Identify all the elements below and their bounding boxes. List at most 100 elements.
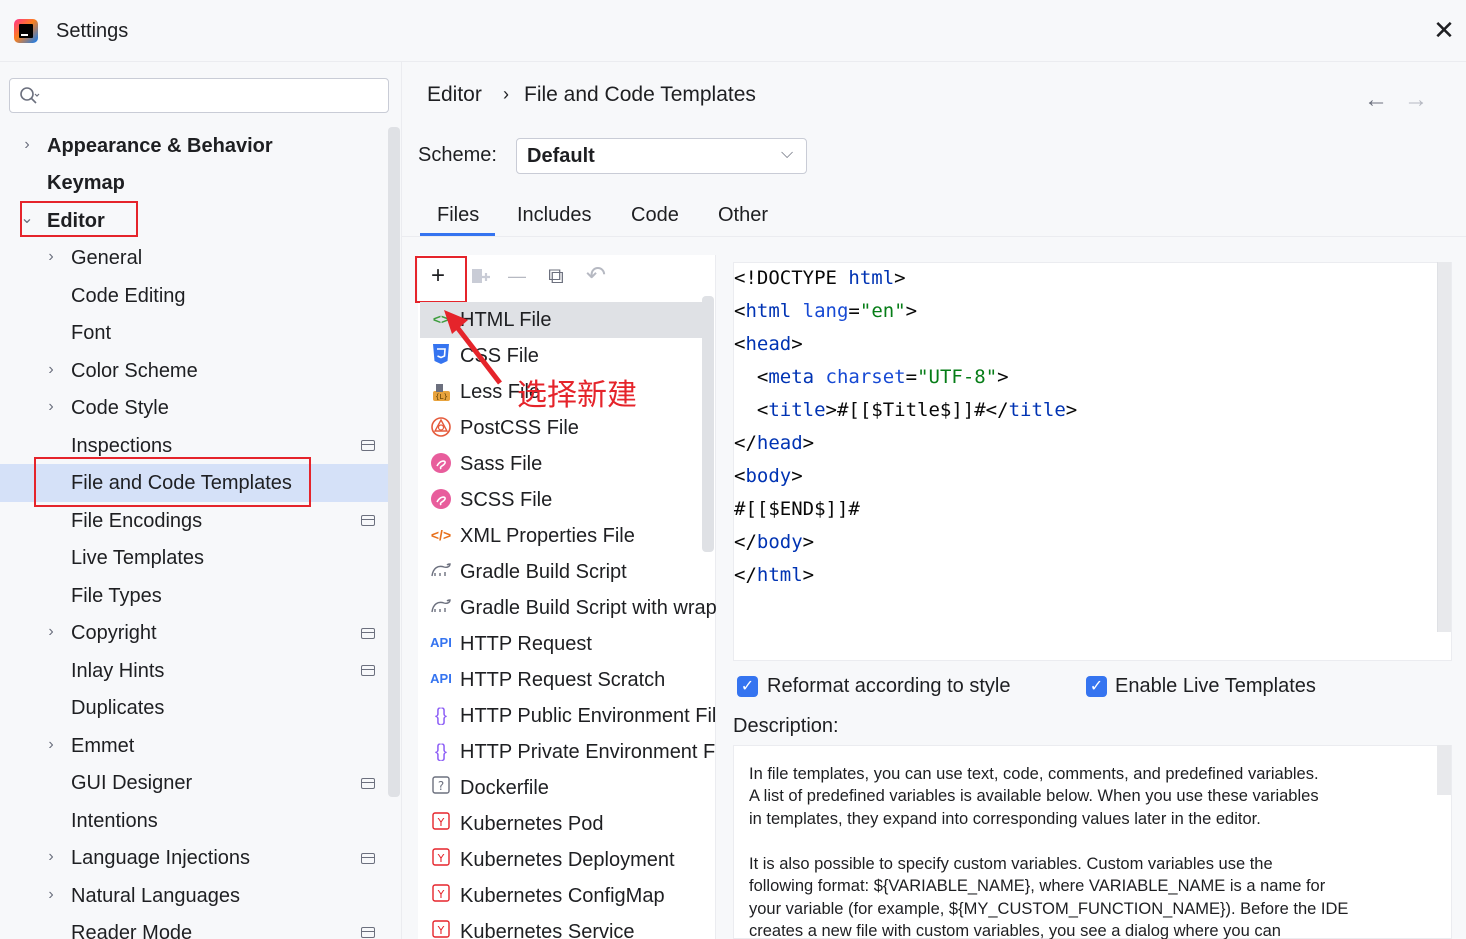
- description-line: It is also possible to specify custom va…: [749, 855, 1273, 873]
- search-input[interactable]: [9, 78, 389, 113]
- list-item-label: Kubernetes Service: [460, 921, 635, 939]
- code-line: <meta charset="UTF-8">: [734, 366, 1009, 388]
- sidebar-item-general[interactable]: General: [71, 240, 142, 276]
- copy-icon[interactable]: ⧉: [542, 262, 570, 290]
- sidebar-item-duplicates[interactable]: Duplicates: [71, 690, 164, 726]
- annotation-text: 选择新建: [517, 379, 637, 412]
- editor-scrollbar[interactable]: [1437, 262, 1451, 632]
- list-item[interactable]: Y Kubernetes ConfigMap: [430, 878, 716, 914]
- sidebar-item-appearance-behavior[interactable]: Appearance & Behavior: [47, 128, 273, 164]
- chevron-right-icon: ›: [24, 136, 30, 153]
- gradle-icon: [430, 596, 452, 618]
- sidebar-item-live-templates[interactable]: Live Templates: [71, 540, 204, 576]
- list-item[interactable]: API HTTP Request: [430, 626, 716, 662]
- sidebar-item-code-editing[interactable]: Code Editing: [71, 278, 186, 314]
- code-line: </body>: [734, 531, 815, 553]
- code-line: <body>: [734, 465, 803, 487]
- list-item[interactable]: {} HTTP Public Environment File: [430, 698, 716, 734]
- reformat-label: Reformat according to style: [767, 675, 1011, 697]
- sidebar-item-natural-languages[interactable]: Natural Languages: [71, 878, 240, 914]
- list-item[interactable]: Gradle Build Script with wrapper: [430, 590, 716, 626]
- svg-text:Y: Y: [437, 852, 445, 865]
- kubernetes-icon: Y: [430, 920, 452, 939]
- list-item[interactable]: Sass File: [430, 446, 716, 482]
- tab-files[interactable]: Files: [437, 204, 479, 227]
- chevron-down-icon: ⌵: [781, 145, 794, 162]
- breadcrumb-editor[interactable]: Editor: [427, 83, 482, 107]
- sidebar-item-gui-designer[interactable]: GUI Designer: [71, 765, 192, 801]
- remove-icon[interactable]: —: [503, 262, 531, 290]
- tab-includes[interactable]: Includes: [517, 204, 592, 227]
- sidebar-item-reader-mode[interactable]: Reader Mode: [71, 915, 192, 939]
- highlight-box-templates: [34, 457, 311, 507]
- list-item[interactable]: </> XML Properties File: [430, 518, 716, 554]
- list-item[interactable]: Gradle Build Script: [430, 554, 716, 590]
- close-icon[interactable]: ✕: [1430, 16, 1458, 44]
- reset-icon[interactable]: ↶: [582, 262, 610, 290]
- sidebar-item-file-types[interactable]: File Types: [71, 578, 162, 614]
- list-item-label: XML Properties File: [460, 525, 635, 547]
- sidebar-item-intentions[interactable]: Intentions: [71, 803, 158, 839]
- sidebar-item-language-injections[interactable]: Language Injections: [71, 840, 250, 876]
- list-item-label: Kubernetes Pod: [460, 813, 604, 835]
- sidebar-item-copyright[interactable]: Copyright: [71, 615, 157, 651]
- list-item-label: HTTP Private Environment File: [460, 741, 716, 763]
- project-scope-icon: [361, 440, 375, 451]
- svg-text:Y: Y: [437, 924, 445, 937]
- tab-other[interactable]: Other: [718, 204, 768, 227]
- sidebar-item-color-scheme[interactable]: Color Scheme: [71, 353, 198, 389]
- list-item[interactable]: Y Kubernetes Service: [430, 914, 716, 939]
- list-item[interactable]: {} HTTP Private Environment File: [430, 734, 716, 770]
- list-item-label: Gradle Build Script with wrapper: [460, 597, 716, 619]
- gradle-icon: [430, 560, 452, 582]
- list-item-label: HTTP Request: [460, 633, 592, 655]
- chevron-right-icon: ›: [48, 848, 54, 865]
- sidebar-item-code-style[interactable]: Code Style: [71, 390, 169, 426]
- description-line: creates a new file with custom variables…: [749, 922, 1281, 939]
- list-item[interactable]: ? Dockerfile: [430, 770, 716, 806]
- svg-text:{L}: {L}: [435, 393, 448, 401]
- dockerfile-icon: ?: [430, 776, 452, 798]
- sidebar-item-emmet[interactable]: Emmet: [71, 728, 134, 764]
- list-item[interactable]: SCSS File: [430, 482, 716, 518]
- chevron-right-icon: ›: [48, 623, 54, 640]
- create-child-icon[interactable]: [470, 265, 492, 287]
- list-item[interactable]: API HTTP Request Scratch: [430, 662, 716, 698]
- list-item-label: HTTP Request Scratch: [460, 669, 666, 691]
- window-title: Settings: [56, 20, 129, 42]
- list-item-label: HTTP Public Environment File: [460, 705, 716, 727]
- highlight-box-add: [415, 256, 467, 303]
- project-scope-icon: [361, 515, 375, 526]
- description-line: A list of predefined variables is availa…: [749, 787, 1319, 805]
- description-line: In file templates, you can use text, cod…: [749, 765, 1319, 783]
- description-label: Description:: [733, 715, 839, 737]
- braces-icon: {}: [434, 740, 448, 761]
- list-item-label: Gradle Build Script: [460, 561, 627, 583]
- sidebar-item-keymap[interactable]: Keymap: [47, 165, 125, 201]
- xml-icon: </>: [430, 526, 452, 543]
- kubernetes-icon: Y: [430, 884, 452, 906]
- chevron-right-icon: ›: [48, 736, 54, 753]
- intellij-logo-icon: [14, 19, 38, 43]
- sidebar-item-font[interactable]: Font: [71, 315, 111, 351]
- sidebar-scrollbar[interactable]: [388, 127, 400, 797]
- sidebar-item-inlay-hints[interactable]: Inlay Hints: [71, 653, 164, 689]
- list-item[interactable]: PostCSS File: [430, 410, 716, 446]
- svg-text:Y: Y: [437, 816, 445, 829]
- scheme-select[interactable]: Default ⌵: [516, 138, 807, 174]
- back-arrow-icon[interactable]: ←: [1364, 86, 1388, 114]
- list-item[interactable]: Y Kubernetes Deployment: [430, 842, 716, 878]
- list-item[interactable]: Y Kubernetes Pod: [430, 806, 716, 842]
- panel-divider: [401, 62, 402, 939]
- reformat-checkbox[interactable]: ✓: [737, 676, 758, 697]
- sidebar-item-file-encodings[interactable]: File Encodings: [71, 503, 202, 539]
- description-scrollbar[interactable]: [1437, 745, 1451, 795]
- live-templates-checkbox[interactable]: ✓: [1086, 676, 1107, 697]
- breadcrumb-current: File and Code Templates: [524, 83, 756, 106]
- search-icon: [20, 87, 40, 104]
- postcss-icon: [430, 416, 452, 438]
- sass-icon: [430, 452, 452, 474]
- list-item-label: Kubernetes Deployment: [460, 849, 675, 871]
- tab-code[interactable]: Code: [631, 204, 679, 227]
- forward-arrow-icon[interactable]: →: [1404, 86, 1428, 114]
